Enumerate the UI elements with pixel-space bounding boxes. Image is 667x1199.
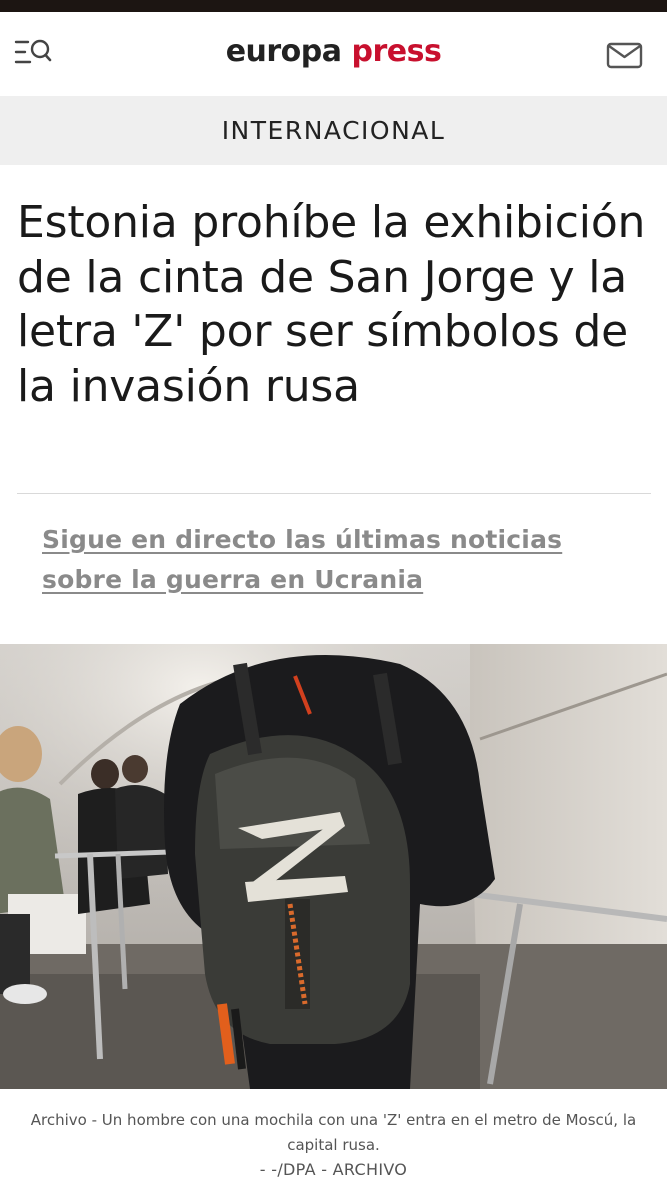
site-header: europa press: [0, 12, 667, 96]
status-bar: [0, 0, 667, 12]
article-headline: Estonia prohíbe la exhibición de la cint…: [17, 197, 646, 412]
logo-press: press: [351, 34, 442, 69]
site-logo[interactable]: europa press: [0, 34, 667, 69]
logo-europa: europa: [225, 34, 342, 69]
section-link-internacional[interactable]: INTERNACIONAL: [222, 116, 446, 145]
image-credit: - -/DPA - ARCHIVO: [259, 1160, 408, 1179]
article-photo: [0, 644, 667, 1089]
divider: [17, 493, 651, 494]
section-bar: INTERNACIONAL: [0, 96, 667, 165]
mail-icon[interactable]: [606, 41, 644, 71]
image-caption: Archivo - Un hombre con una mochila con …: [30, 1111, 637, 1154]
live-news-link[interactable]: Sigue en directo las últimas noticias so…: [42, 520, 602, 600]
